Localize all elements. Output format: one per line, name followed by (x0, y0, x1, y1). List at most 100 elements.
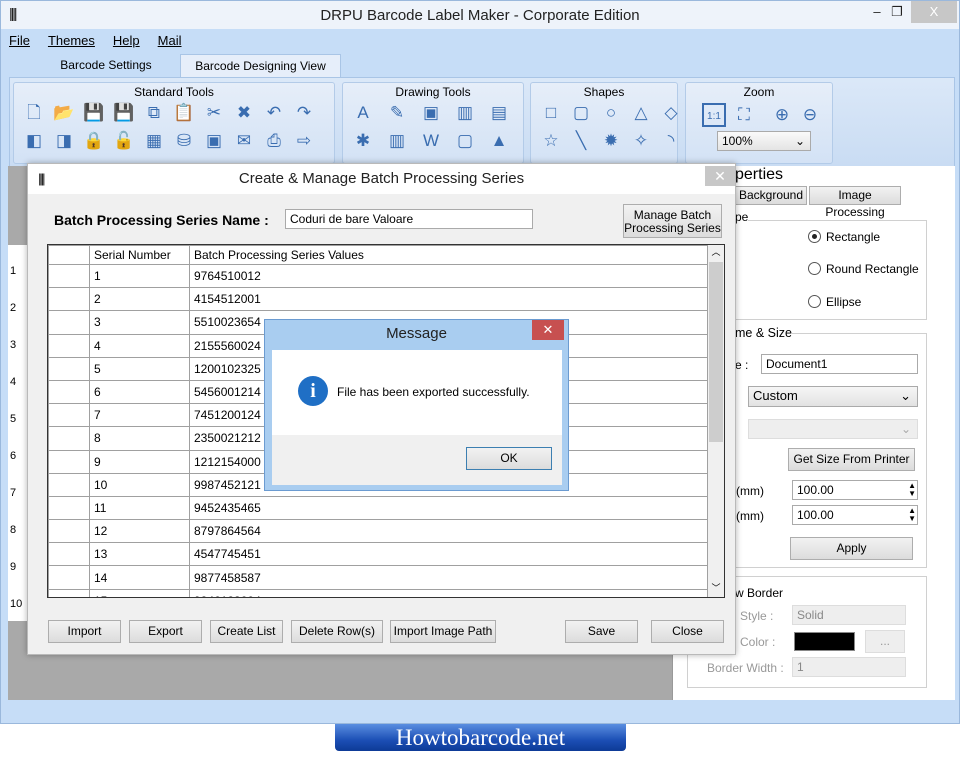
database-icon[interactable]: ⛁ (172, 129, 196, 153)
table-row[interactable]: 1 9764510012 (48, 263, 708, 289)
row-header[interactable] (48, 333, 90, 358)
print-icon[interactable]: ⎙ (262, 129, 286, 153)
tab-barcode-designing-view[interactable]: Barcode Designing View (180, 54, 341, 77)
row-header[interactable] (48, 449, 90, 474)
lock-icon[interactable]: 🔒 (82, 129, 106, 153)
series-value-cell[interactable]: 9764510012 (189, 263, 708, 289)
row-header[interactable] (48, 287, 90, 312)
scroll-up-icon[interactable]: ︿ (708, 245, 724, 258)
text-icon[interactable]: A (351, 101, 375, 125)
burst-icon[interactable]: ✹ (599, 129, 623, 153)
row-header[interactable] (48, 495, 90, 521)
scrollbar-thumb[interactable] (709, 262, 723, 442)
library-icon[interactable]: ▥ (385, 129, 409, 153)
unlock-icon[interactable]: 🔓 (112, 129, 136, 153)
series-name-input[interactable]: Coduri de bare Valoare (285, 209, 533, 229)
row-header[interactable] (48, 426, 90, 451)
save-icon[interactable]: 💾 (82, 101, 106, 125)
open-icon[interactable]: 📂 (52, 101, 76, 125)
close-icon[interactable]: ✕ (705, 166, 735, 186)
image-icon[interactable]: ▤ (487, 101, 511, 125)
serial-number-cell[interactable]: 3 (89, 310, 190, 335)
serial-number-cell[interactable]: 9 (89, 449, 190, 474)
serial-number-cell[interactable]: 7 (89, 403, 190, 428)
delete-icon[interactable]: ✖ (232, 101, 256, 125)
serial-number-cell[interactable]: 12 (89, 519, 190, 544)
export-pdf-icon[interactable]: ⇨ (292, 129, 316, 153)
row-header[interactable] (48, 519, 90, 544)
row-header[interactable] (48, 379, 90, 405)
scroll-down-icon[interactable]: ﹀ (708, 581, 724, 594)
series-value-cell[interactable]: 9877458587 (189, 565, 708, 590)
zoom-out-icon[interactable]: ⊖ (798, 103, 822, 127)
paste-icon[interactable]: 📋 (172, 101, 196, 125)
radio-round-rectangle[interactable] (808, 262, 821, 275)
diamond-icon[interactable]: ◇ (659, 101, 683, 125)
label-name-input[interactable]: Document1 (761, 354, 918, 374)
series-value-cell[interactable]: 4154512001 (189, 287, 708, 312)
row-header[interactable] (48, 542, 90, 567)
serial-number-cell[interactable]: 6 (89, 379, 190, 405)
fit-to-window-icon[interactable]: ⛶ (732, 103, 756, 127)
serial-number-cell[interactable]: 13 (89, 542, 190, 567)
star-shape-icon[interactable]: ✱ (351, 129, 375, 153)
tab-barcode-settings[interactable]: Barcode Settings (41, 54, 171, 77)
border-width-input[interactable]: 1 (792, 657, 906, 677)
watermark-icon[interactable]: W (419, 129, 443, 153)
width-input[interactable]: 100.00 ▲ ▼ (792, 480, 918, 500)
manage-batch-series-button[interactable]: Manage Batch Processing Series (623, 204, 722, 238)
new-icon[interactable]: 🗋 (22, 101, 46, 125)
arc-icon[interactable]: ◝ (659, 129, 683, 153)
table-row[interactable]: 11 9452435465 (48, 495, 708, 521)
table-row[interactable]: 159846123004 (48, 588, 708, 597)
save-as-icon[interactable]: 💾 (112, 101, 136, 125)
menu-help[interactable]: Help (113, 33, 140, 48)
table-row[interactable]: 2 4154512001 (48, 287, 708, 312)
signature-icon[interactable]: ▲ (487, 129, 511, 153)
serial-number-cell[interactable]: 8 (89, 426, 190, 451)
cut-icon[interactable]: ✂ (202, 101, 226, 125)
row-header[interactable] (48, 565, 90, 590)
radio-ellipse[interactable] (808, 295, 821, 308)
bring-front-icon[interactable]: ◨ (52, 129, 76, 153)
close-icon[interactable]: ✕ (532, 320, 564, 340)
menu-mail[interactable]: Mail (158, 33, 182, 48)
redo-icon[interactable]: ↷ (292, 101, 316, 125)
table-row[interactable]: 12 8797864564 (48, 519, 708, 544)
serial-number-cell[interactable]: 2 (89, 287, 190, 312)
email-icon[interactable]: ✉ (232, 129, 256, 153)
ok-button[interactable]: OK (466, 447, 552, 470)
zoom-select[interactable]: 100% ⌄ (717, 131, 811, 151)
serial-number-cell[interactable]: 11 (89, 495, 190, 521)
four-point-star-icon[interactable]: ✧ (629, 129, 653, 153)
rounded-rectangle-icon[interactable]: ▢ (569, 101, 593, 125)
border-color-swatch[interactable] (794, 632, 855, 651)
serial-number-cell[interactable]: 5 (89, 356, 190, 381)
zoom-in-icon[interactable]: ⊕ (770, 103, 794, 127)
column-header[interactable]: Batch Processing Series Values (189, 245, 708, 265)
import-button[interactable]: Import (48, 620, 121, 643)
export-image-icon[interactable]: ▣ (202, 129, 226, 153)
vertical-scrollbar[interactable]: ︿ ﹀ (708, 245, 724, 597)
rectangle-icon[interactable]: □ (539, 101, 563, 125)
series-value-cell[interactable]: 9846123004 (189, 588, 708, 597)
create-list-button[interactable]: Create List (210, 620, 283, 643)
tab-image-processing[interactable]: Image Processing (809, 186, 901, 219)
row-header[interactable] (48, 588, 90, 597)
serial-number-cell[interactable]: 10 (89, 472, 190, 497)
grid-icon[interactable]: ▦ (142, 129, 166, 153)
serial-number-cell[interactable]: 15 (89, 588, 190, 597)
radio-rectangle[interactable] (808, 230, 821, 243)
star-icon[interactable]: ☆ (539, 129, 563, 153)
delete-rows-button[interactable]: Delete Row(s) (291, 620, 383, 643)
series-value-cell[interactable]: 9452435465 (189, 495, 708, 521)
barcode-icon[interactable]: ▥ (453, 101, 477, 125)
spinner-icon[interactable]: ▲ ▼ (908, 482, 916, 498)
serial-number-cell[interactable]: 4 (89, 333, 190, 358)
series-value-cell[interactable]: 8797864564 (189, 519, 708, 544)
export-button[interactable]: Export (129, 620, 202, 643)
get-size-from-printer-button[interactable]: Get Size From Printer (788, 448, 915, 471)
close-window-button[interactable]: X (911, 1, 957, 23)
ellipse-icon[interactable]: ○ (599, 101, 623, 125)
copy-icon[interactable]: ⧉ (142, 101, 166, 125)
